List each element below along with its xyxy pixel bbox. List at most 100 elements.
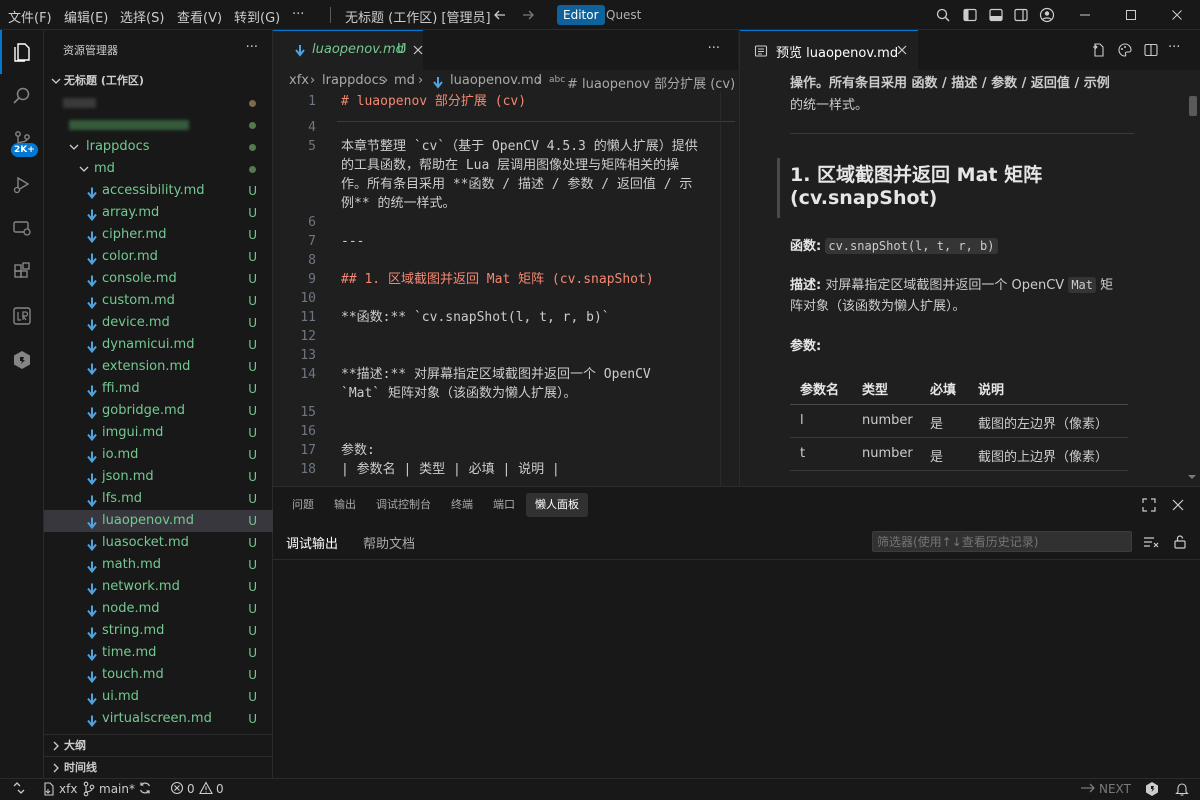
toggle-secondary-sidebar-icon[interactable] — [1013, 7, 1029, 23]
file-item[interactable]: cipher.md U — [44, 224, 273, 246]
file-item[interactable]: json.md U — [44, 466, 273, 488]
preview-tab[interactable]: 预览 luaopenov.md — [740, 30, 918, 71]
back-arrow-icon[interactable] — [492, 7, 508, 23]
file-item[interactable]: imgui.md U — [44, 422, 273, 444]
file-item[interactable]: string.md U — [44, 620, 273, 642]
split-editor-icon[interactable] — [1143, 42, 1159, 62]
search-icon[interactable] — [935, 7, 951, 23]
remote-explorer-icon[interactable] — [0, 206, 44, 250]
error-count[interactable]: 0 — [187, 782, 195, 796]
file-item[interactable]: luaopenov.md U — [44, 510, 273, 532]
sync-icon[interactable] — [138, 781, 152, 798]
maximize-panel-icon[interactable] — [1142, 498, 1156, 516]
panel-tab[interactable]: 终端 — [451, 493, 473, 517]
toggle-panel-icon[interactable] — [988, 7, 1004, 23]
filter-input[interactable] — [872, 531, 1132, 552]
search-view-icon[interactable] — [0, 74, 44, 118]
mode-quest-tab[interactable]: Quest — [600, 5, 647, 25]
blurred-folder-row[interactable] — [44, 92, 273, 114]
extensions-icon[interactable] — [0, 250, 44, 294]
file-item[interactable]: luasocket.md U — [44, 532, 273, 554]
breadcrumb-item[interactable]: lrappdocs — [322, 73, 386, 88]
folder-md[interactable]: md — [44, 158, 273, 180]
toggle-sidebar-icon[interactable] — [962, 7, 978, 23]
file-item[interactable]: touch.md U — [44, 664, 273, 686]
window-title: 无标题 (工作区) [管理员] — [345, 11, 491, 26]
run-debug-icon[interactable] — [0, 162, 44, 206]
file-item[interactable]: extension.md U — [44, 356, 273, 378]
panel-tab[interactable]: 问题 — [292, 493, 314, 517]
color-palette-icon[interactable] — [1117, 42, 1133, 62]
lock-icon[interactable] — [1173, 534, 1187, 554]
file-item[interactable]: accessibility.md U — [44, 180, 273, 202]
scroll-down-icon[interactable] — [1187, 470, 1197, 485]
file-item[interactable]: virtualscreen.md U — [44, 708, 273, 730]
blurred-folder-row[interactable] — [44, 114, 273, 136]
explorer-more-button[interactable]: ··· — [246, 40, 258, 55]
file-item[interactable]: device.md U — [44, 312, 273, 334]
menu-selection[interactable]: 选择(S) — [120, 7, 164, 26]
scrollbar-thumb[interactable] — [1189, 96, 1197, 116]
breadcrumb-item[interactable]: md — [394, 73, 415, 88]
maximize-icon[interactable] — [1108, 0, 1154, 30]
file-item[interactable]: console.md U — [44, 268, 273, 290]
account-icon[interactable] — [1039, 7, 1055, 23]
next-label[interactable]: NEXT — [1099, 782, 1131, 796]
outline-section[interactable]: 大纲 — [44, 734, 273, 757]
file-item[interactable]: io.md U — [44, 444, 273, 466]
menu-edit[interactable]: 编辑(E) — [64, 7, 108, 26]
explorer-icon[interactable] — [0, 30, 44, 74]
git-branch[interactable]: main* — [99, 782, 135, 796]
notifications-bell-icon[interactable] — [1175, 781, 1189, 800]
panel-tab[interactable]: 端口 — [493, 493, 515, 517]
file-item[interactable]: array.md U — [44, 202, 273, 224]
line-number: 18 — [300, 462, 316, 477]
workspace-status[interactable]: xfx — [59, 782, 77, 796]
file-item[interactable]: color.md U — [44, 246, 273, 268]
menu-view[interactable]: 查看(V) — [177, 7, 222, 26]
warning-count[interactable]: 0 — [216, 782, 224, 796]
panel-tab[interactable]: 懒人面板 — [526, 493, 588, 517]
file-item[interactable]: ffi.md U — [44, 378, 273, 400]
breadcrumb-item[interactable]: # luaopenov 部分扩展 (cv) — [567, 73, 735, 92]
file-item[interactable]: network.md U — [44, 576, 273, 598]
close-tab-icon[interactable] — [412, 44, 424, 60]
menu-more[interactable]: ··· — [292, 7, 304, 22]
close-panel-icon[interactable] — [1171, 498, 1185, 516]
markdown-file-icon — [87, 273, 97, 288]
menu-goto[interactable]: 转到(G) — [234, 7, 280, 26]
subtab-help-docs[interactable]: 帮助文档 — [363, 533, 415, 552]
file-item[interactable]: math.md U — [44, 554, 273, 576]
timeline-section[interactable]: 时间线 — [44, 756, 273, 779]
folder-lrappdocs[interactable]: lrappdocs — [44, 136, 273, 158]
open-source-icon[interactable] — [1091, 42, 1107, 62]
close-tab-icon[interactable] — [896, 44, 908, 60]
file-item[interactable]: time.md U — [44, 642, 273, 664]
file-item[interactable]: custom.md U — [44, 290, 273, 312]
file-item[interactable]: dynamicui.md U — [44, 334, 273, 356]
mode-editor-tab[interactable]: Editor — [557, 5, 605, 25]
workspace-header[interactable]: 无标题 (工作区) — [44, 70, 273, 92]
panel-tab[interactable]: 输出 — [334, 493, 356, 517]
extension-status-icon[interactable] — [1145, 781, 1159, 800]
close-window-icon[interactable] — [1154, 0, 1200, 30]
file-item[interactable]: ui.md U — [44, 686, 273, 708]
subtab-debug-output[interactable]: 调试输出 — [286, 533, 338, 552]
editor-tab-luaopenov[interactable]: luaopenov.md U — [273, 30, 423, 71]
clear-output-icon[interactable] — [1143, 535, 1159, 553]
menu-file[interactable]: 文件(F) — [8, 7, 52, 26]
remote-indicator-icon[interactable] — [12, 781, 26, 798]
file-status: U — [248, 448, 257, 462]
preview-more-button[interactable]: ··· — [1168, 40, 1180, 55]
file-item[interactable]: node.md U — [44, 598, 273, 620]
file-item[interactable]: gobridge.md U — [44, 400, 273, 422]
hex-extension-icon[interactable] — [0, 338, 44, 382]
forward-arrow-icon[interactable] — [520, 7, 536, 23]
breadcrumb-item[interactable]: xfx — [289, 73, 309, 88]
file-item[interactable]: lfs.md U — [44, 488, 273, 510]
panel-tab[interactable]: 调试控制台 — [376, 493, 431, 517]
lr-extension-icon[interactable] — [0, 294, 44, 338]
minimize-icon[interactable] — [1062, 0, 1108, 30]
editor-more-button[interactable]: ··· — [708, 41, 720, 56]
breadcrumb-item[interactable]: luaopenov.md — [450, 73, 542, 88]
